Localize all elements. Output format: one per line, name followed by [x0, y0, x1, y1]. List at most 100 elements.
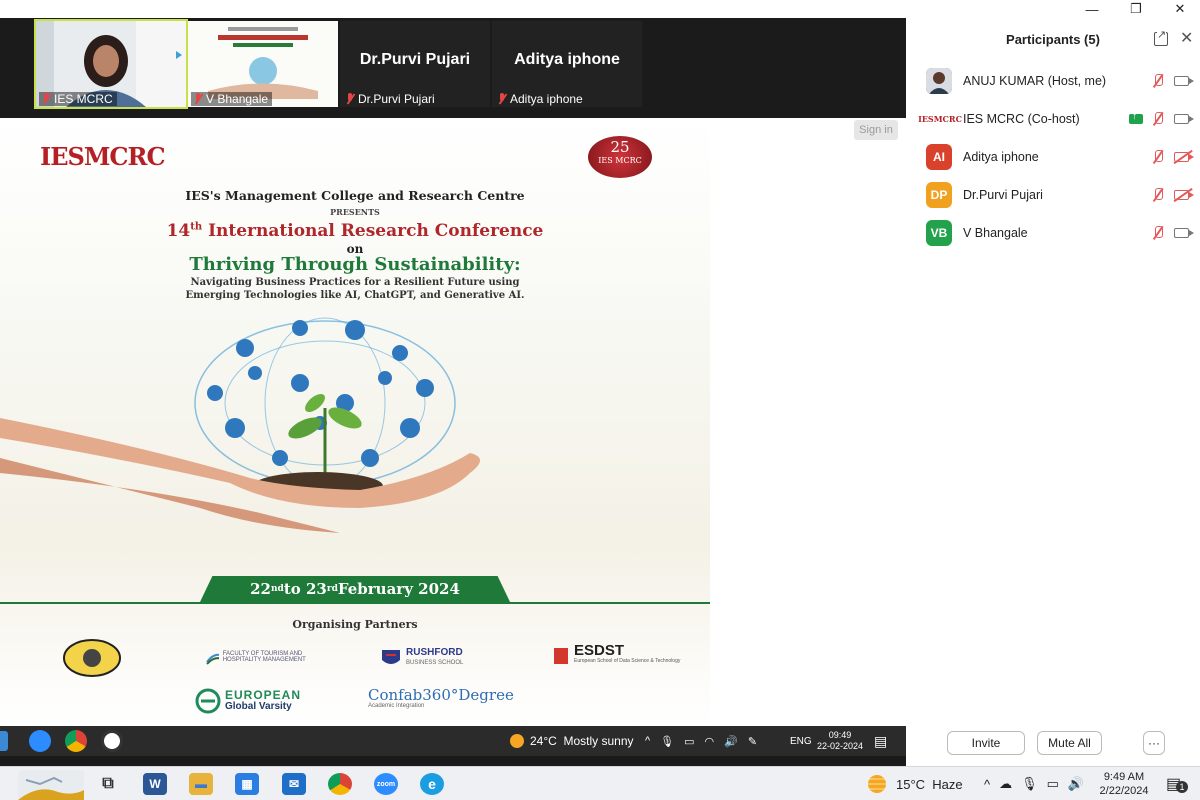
video-tile-ies-mcrc[interactable]: IES MCRC [34, 19, 188, 109]
pen-icon: ✎ [747, 735, 758, 748]
shared-clock: 09:49 22-02-2024 [816, 730, 864, 751]
word-icon[interactable]: W [143, 773, 167, 795]
partner-university-seal [62, 638, 122, 678]
tourism-faculty-logo-icon [206, 653, 219, 665]
poster-hand-plant-illustration [0, 317, 480, 533]
participant-name: IES MCRC (Co-host) [963, 112, 1080, 126]
minimize-button[interactable]: — [1070, 0, 1114, 18]
microphone-icon[interactable]: 🎙 [1021, 776, 1038, 792]
mute-all-button[interactable]: Mute All [1037, 731, 1102, 755]
iesmcrc-logo: IESMCRC [40, 142, 166, 171]
notification-center-icon[interactable]: ▤ 1 [1166, 767, 1188, 800]
poster-dates: 22nd to 23rd February 2024 [200, 576, 510, 602]
shared-screen: IESMCRC 25 IES MCRC IES's Management Col… [0, 118, 906, 726]
participants-panel: Participants (5) ✕ ANUJ KUMAR (Host, me)… [906, 18, 1200, 766]
poster-presents: PRESENTS [330, 207, 380, 217]
sun-icon [510, 734, 524, 748]
edge-icon[interactable]: e [420, 773, 444, 795]
25-years-badge: 25 IES MCRC [588, 136, 652, 178]
volume-icon[interactable]: 🔊 [1068, 776, 1084, 792]
mic-muted-icon[interactable] [1151, 187, 1165, 203]
cloud-icon[interactable]: ☁ [999, 776, 1012, 792]
sign-in-button[interactable]: Sign in [854, 120, 898, 140]
mic-muted-icon [41, 93, 51, 105]
video-tile-name: Aditya iphone [495, 92, 587, 106]
notification-badge: 1 [1176, 781, 1188, 793]
search-highlight-icon[interactable] [18, 770, 84, 800]
more-options-button[interactable]: ··· [1143, 731, 1165, 755]
participant-name: Dr.Purvi Pujari [963, 188, 1043, 202]
restore-button[interactable]: ❐ [1114, 0, 1158, 18]
battery-icon: ▭ [684, 735, 695, 748]
poster-college-name: IES's Management College and Research Ce… [185, 188, 525, 203]
file-explorer-icon[interactable]: ▬ [189, 773, 213, 795]
partner-esdst: ESDST European School of Data Science & … [552, 643, 680, 667]
video-off-icon[interactable] [1174, 152, 1194, 162]
shared-zoom-icon [29, 730, 51, 752]
video-camera-icon[interactable] [1174, 76, 1194, 86]
shared-chrome-icon [65, 730, 87, 752]
video-tile-v-bhangale[interactable]: V Bhangale [188, 21, 338, 107]
participant-row[interactable]: VB V Bhangale [906, 214, 1200, 252]
avatar: AI [926, 144, 952, 170]
participant-row[interactable]: IESMCRC IES MCRC (Co-host) [906, 100, 1200, 138]
partner-tourism-faculty: FACULTY OF TOURISM AND HOSPITALITY MANAG… [205, 648, 325, 666]
windows-taskbar: ⧉ W ▬ ▦ ✉ zoom e 15°C Haze ^ ☁ 🎙 ▭ 🔊 9:4… [0, 766, 1200, 800]
participant-name: ANUJ KUMAR (Host, me) [963, 74, 1107, 88]
avatar: DP [926, 182, 952, 208]
avatar [926, 68, 952, 94]
video-tile-name: V Bhangale [191, 92, 273, 106]
partner-european-global-varsity: EUROPEAN Global Varsity [195, 688, 301, 714]
chrome-icon[interactable] [328, 773, 352, 795]
close-window-button[interactable]: ✕ [1158, 0, 1200, 18]
microphone-icon: 🎙 [660, 735, 675, 748]
shared-weather: 24°C Mostly sunny [510, 726, 634, 756]
microsoft-store-icon[interactable]: ▦ [235, 773, 259, 795]
poster-conference-title: 14th International Research Conference [166, 221, 544, 241]
mic-muted-icon[interactable] [1151, 111, 1165, 127]
network-icon[interactable]: ▭ [1047, 776, 1059, 792]
mail-icon[interactable]: ✉ [282, 773, 306, 795]
video-off-icon[interactable] [1174, 190, 1194, 200]
zoom-icon[interactable]: zoom [374, 773, 398, 795]
haze-icon [868, 775, 886, 793]
mic-muted-icon [345, 93, 355, 105]
mic-muted-icon [497, 93, 507, 105]
european-globe-icon [195, 688, 221, 714]
video-tile-name: Dr.Purvi Pujari [343, 92, 439, 106]
mic-muted-icon[interactable] [1151, 73, 1165, 89]
volume-icon: 🔊 [724, 735, 738, 748]
video-camera-icon[interactable] [1174, 114, 1194, 124]
video-camera-icon[interactable] [1174, 228, 1194, 238]
mic-muted-icon[interactable] [1151, 225, 1165, 241]
close-icon[interactable]: ✕ [1180, 28, 1193, 48]
participant-row[interactable]: ANUJ KUMAR (Host, me) [906, 62, 1200, 100]
system-tray: ^ ☁ 🎙 ▭ 🔊 [984, 767, 1084, 800]
poster-divider [0, 602, 710, 604]
taskbar-weather[interactable]: 15°C Haze [868, 767, 963, 800]
window-title-bar: — ❐ ✕ [0, 0, 1200, 18]
shared-media-player-icon [101, 730, 123, 752]
shared-screen-taskbar: 24°C Mostly sunny ^ 🎙 ▭ ◠ 🔊 ✎ ENG 09:49 … [0, 726, 906, 756]
shared-tray-icons: ^ 🎙 ▭ ◠ 🔊 ✎ [645, 726, 757, 756]
video-tile-big-name: Aditya iphone [514, 51, 620, 68]
invite-button[interactable]: Invite [947, 731, 1025, 755]
partner-rushford: RUSHFORD BUSINESS SCHOOL [380, 648, 463, 668]
task-view-icon[interactable]: ⧉ [96, 773, 120, 795]
poster-partners-heading: Organising Partners [292, 618, 418, 631]
partner-confab360: Confab360°Degree Academic Integration [368, 686, 514, 710]
chevron-up-icon[interactable]: ^ [984, 777, 990, 792]
poster-subtitle-line-1: Navigating Business Practices for a Resi… [190, 277, 520, 288]
taskbar-clock[interactable]: 9:49 AM 2/22/2024 [1094, 767, 1154, 800]
screen-share-icon [1129, 111, 1143, 124]
mic-muted-icon[interactable] [1151, 149, 1165, 165]
pop-out-icon[interactable] [1154, 28, 1168, 46]
notification-icon: ▤ [874, 732, 888, 749]
video-tile-dr-purvi-pujari[interactable]: Dr.Purvi Pujari Dr.Purvi Pujari [340, 21, 490, 107]
university-seal-icon [63, 639, 121, 677]
participant-row[interactable]: AI Aditya iphone [906, 138, 1200, 176]
participant-row[interactable]: DP Dr.Purvi Pujari [906, 176, 1200, 214]
video-tile-aditya-iphone[interactable]: Aditya iphone Aditya iphone [492, 21, 642, 107]
participant-name: V Bhangale [963, 226, 1028, 240]
avatar: VB [926, 220, 952, 246]
